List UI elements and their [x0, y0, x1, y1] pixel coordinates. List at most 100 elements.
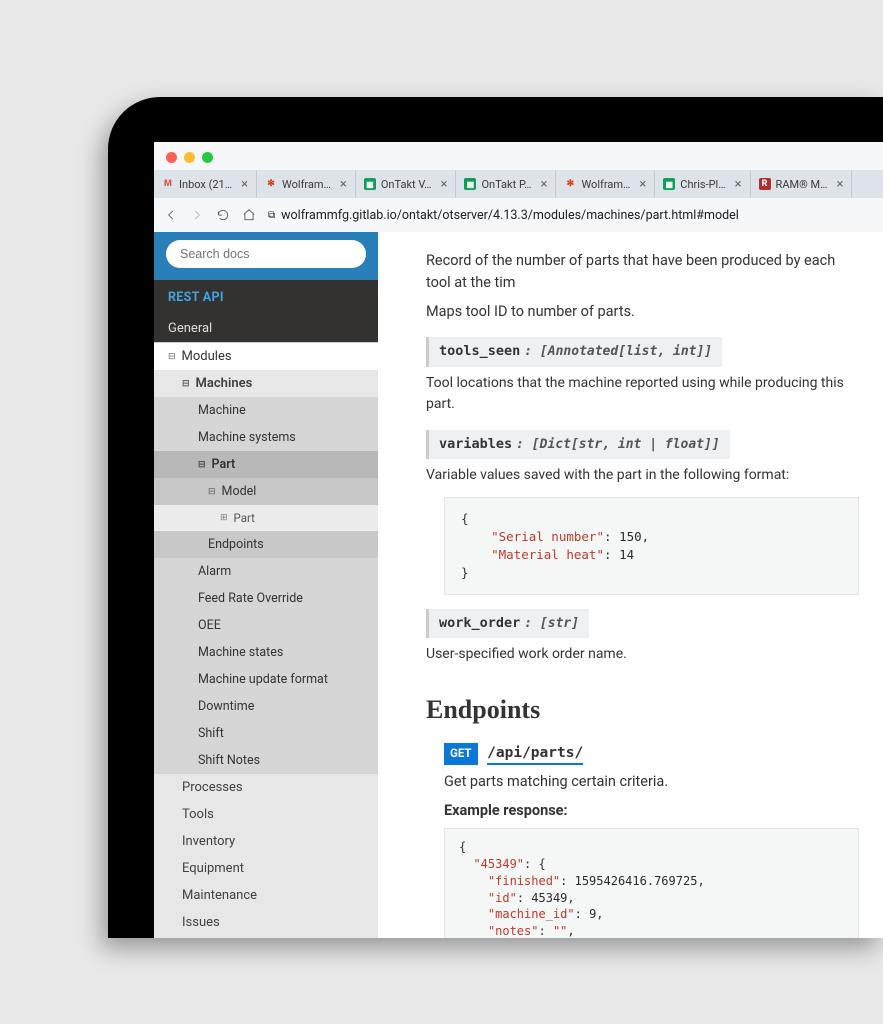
sidebar-item-part-sub[interactable]: ⊞ Part: [154, 505, 378, 531]
sidebar-item-machine-update-format[interactable]: Machine update format: [154, 666, 378, 693]
sidebar-item-fro[interactable]: Feed Rate Override: [154, 585, 378, 612]
field-name: tools_seen: [Annotated[list, int]]: [426, 337, 722, 366]
close-icon[interactable]: ×: [241, 177, 248, 192]
ram-icon: R: [759, 178, 771, 190]
tab-label: Wolfram…: [581, 178, 630, 191]
url-host: wolframmfg.gitlab.io: [281, 208, 397, 223]
sidebar-item-inventory[interactable]: Inventory: [154, 828, 378, 855]
tab-label: RAM® M…: [776, 178, 828, 191]
field-desc: Tool locations that the machine reported…: [426, 373, 859, 416]
sidebar-item-tools[interactable]: Tools: [154, 801, 378, 828]
minimize-window-button[interactable]: [184, 152, 195, 163]
sidebar-item-label: Model: [222, 484, 257, 499]
endpoints-heading: Endpoints: [426, 690, 859, 730]
code-block: { "Serial number": 150, "Material heat":…: [444, 497, 859, 596]
sidebar-item-alarm[interactable]: Alarm: [154, 558, 378, 585]
close-icon[interactable]: ×: [836, 177, 843, 192]
forward-icon[interactable]: [190, 208, 204, 222]
sidebar[interactable]: REST API General ⊟ Modules ⊟ Machines Mach…: [154, 232, 378, 938]
sidebar-item-machines[interactable]: ⊟ Machines: [154, 370, 378, 397]
collapse-icon: ⊟: [182, 379, 190, 389]
section-rest-api[interactable]: REST API: [154, 280, 378, 315]
browser-tab[interactable]: ✻ Wolfram… ×: [257, 170, 356, 198]
home-icon[interactable]: [242, 208, 256, 222]
address-bar[interactable]: ⧉ wolframmfg.gitlab.io/ontakt/otserver/4…: [268, 208, 873, 223]
viewport: REST API General ⊟ Modules ⊟ Machines Mach…: [154, 232, 883, 938]
tab-label: Chris-Pl…: [680, 178, 725, 191]
wolfram-icon: ✻: [564, 178, 576, 190]
browser-tab[interactable]: ▦ Chris-Pl… ×: [655, 170, 750, 198]
browser-tab[interactable]: ▦OnTakt V…×: [356, 170, 457, 198]
collapse-icon: ⊟: [208, 487, 216, 497]
browser-tab[interactable]: ✻ Wolfram… ×: [556, 170, 655, 198]
field-tools-seen: tools_seen: [Annotated[list, int]] Tool …: [426, 337, 859, 416]
sidebar-item-shift[interactable]: Shift: [154, 720, 378, 747]
sidebar-item-machine[interactable]: Machine: [154, 397, 378, 424]
tab-label: OnTakt P…: [481, 178, 531, 191]
sidebar-item-issues[interactable]: Issues: [154, 909, 378, 936]
search-input[interactable]: [166, 240, 366, 268]
collapse-icon: ⊟: [168, 352, 176, 362]
close-icon[interactable]: ×: [639, 177, 646, 192]
sidebar-item-reports[interactable]: Reports: [154, 936, 378, 938]
field-work-order: work_order: [str] User-specified work or…: [426, 609, 859, 666]
endpoint-desc: Get parts matching certain criteria.: [444, 771, 859, 793]
sidebar-item-general[interactable]: General: [154, 315, 378, 342]
sidebar-item-model[interactable]: ⊟ Model: [154, 478, 378, 505]
field-name: variables: [Dict[str, int | float]]: [426, 430, 730, 459]
wolfram-icon: ✻: [265, 178, 277, 190]
maximize-window-button[interactable]: [202, 152, 213, 163]
sidebar-item-modules[interactable]: ⊟ Modules: [154, 342, 378, 370]
close-icon[interactable]: ×: [541, 177, 548, 192]
sidebar-item-part[interactable]: ⊟ Part: [154, 451, 378, 478]
browser-tab[interactable]: R RAM® M… ×: [751, 170, 853, 198]
tablet-bezel: M Inbox (21… × ✻ Wolfram… × ▦OnTakt V…× ▦ OnT…: [108, 97, 883, 938]
browser-tab[interactable]: ▦ OnTakt P… ×: [456, 170, 556, 198]
sidebar-item-label: Modules: [182, 349, 232, 364]
close-icon[interactable]: ×: [441, 177, 448, 192]
sidebar-item-downtime[interactable]: Downtime: [154, 693, 378, 720]
sidebar-header: [154, 232, 378, 280]
sidebar-item-processes[interactable]: Processes: [154, 774, 378, 801]
sidebar-item-endpoints[interactable]: Endpoints: [154, 531, 378, 558]
field-variables: variables: [Dict[str, int | float]] Vari…: [426, 430, 859, 595]
sidebar-item-shift-notes[interactable]: Shift Notes: [154, 747, 378, 774]
collapse-icon: ⊟: [198, 460, 206, 470]
tab-label: Wolfram…: [282, 178, 331, 191]
example-heading: Example response:: [444, 800, 859, 822]
field-type: : [Annotated[list, int]]: [524, 344, 712, 359]
close-icon[interactable]: ×: [340, 177, 347, 192]
field-type: : [Dict[str, int | float]]: [516, 437, 720, 452]
browser-tab[interactable]: M Inbox (21… ×: [154, 170, 257, 198]
sidebar-item-equipment[interactable]: Equipment: [154, 855, 378, 882]
close-window-button[interactable]: [166, 152, 177, 163]
endpoint: GET /api/parts/ Get parts matching certa…: [444, 742, 859, 938]
field-name: work_order: [str]: [426, 609, 589, 638]
site-settings-icon[interactable]: ⧉: [268, 210, 275, 221]
sheets-icon: ▦: [663, 178, 675, 190]
sidebar-item-label: Machines: [196, 376, 253, 391]
field-desc: User-specified work order name.: [426, 644, 859, 666]
url-path: /ontakt/otserver/4.13.3/modules/machines…: [397, 208, 739, 223]
close-icon[interactable]: ×: [735, 177, 742, 192]
endpoint-path: /api/parts/: [487, 745, 583, 765]
code-block: { "45349": { "finished": 1595426416.7697…: [444, 828, 859, 938]
intro-text: Maps tool ID to number of parts.: [426, 301, 859, 323]
browser-tabs: M Inbox (21… × ✻ Wolfram… × ▦OnTakt V…× ▦ OnT…: [154, 170, 883, 198]
sheets-icon: ▦: [464, 178, 476, 190]
sidebar-item-machine-states[interactable]: Machine states: [154, 639, 378, 666]
sidebar-item-machine-systems[interactable]: Machine systems: [154, 424, 378, 451]
field-type: : [str]: [524, 616, 579, 631]
reload-icon[interactable]: [216, 208, 230, 222]
toolbar: ⧉ wolframmfg.gitlab.io/ontakt/otserver/4…: [154, 198, 883, 232]
field-desc: Variable values saved with the part in t…: [426, 465, 859, 487]
sidebar-item-label: Part: [212, 457, 236, 472]
sidebar-item-oee[interactable]: OEE: [154, 612, 378, 639]
sidebar-item-maintenance[interactable]: Maintenance: [154, 882, 378, 909]
tab-label: Inbox (21…: [179, 178, 232, 191]
expand-icon: ⊞: [220, 513, 228, 523]
doc-content[interactable]: Record of the number of parts that have …: [378, 232, 883, 938]
sidebar-item-label: Part: [234, 511, 255, 525]
gmail-icon: M: [162, 178, 174, 190]
back-icon[interactable]: [164, 208, 178, 222]
